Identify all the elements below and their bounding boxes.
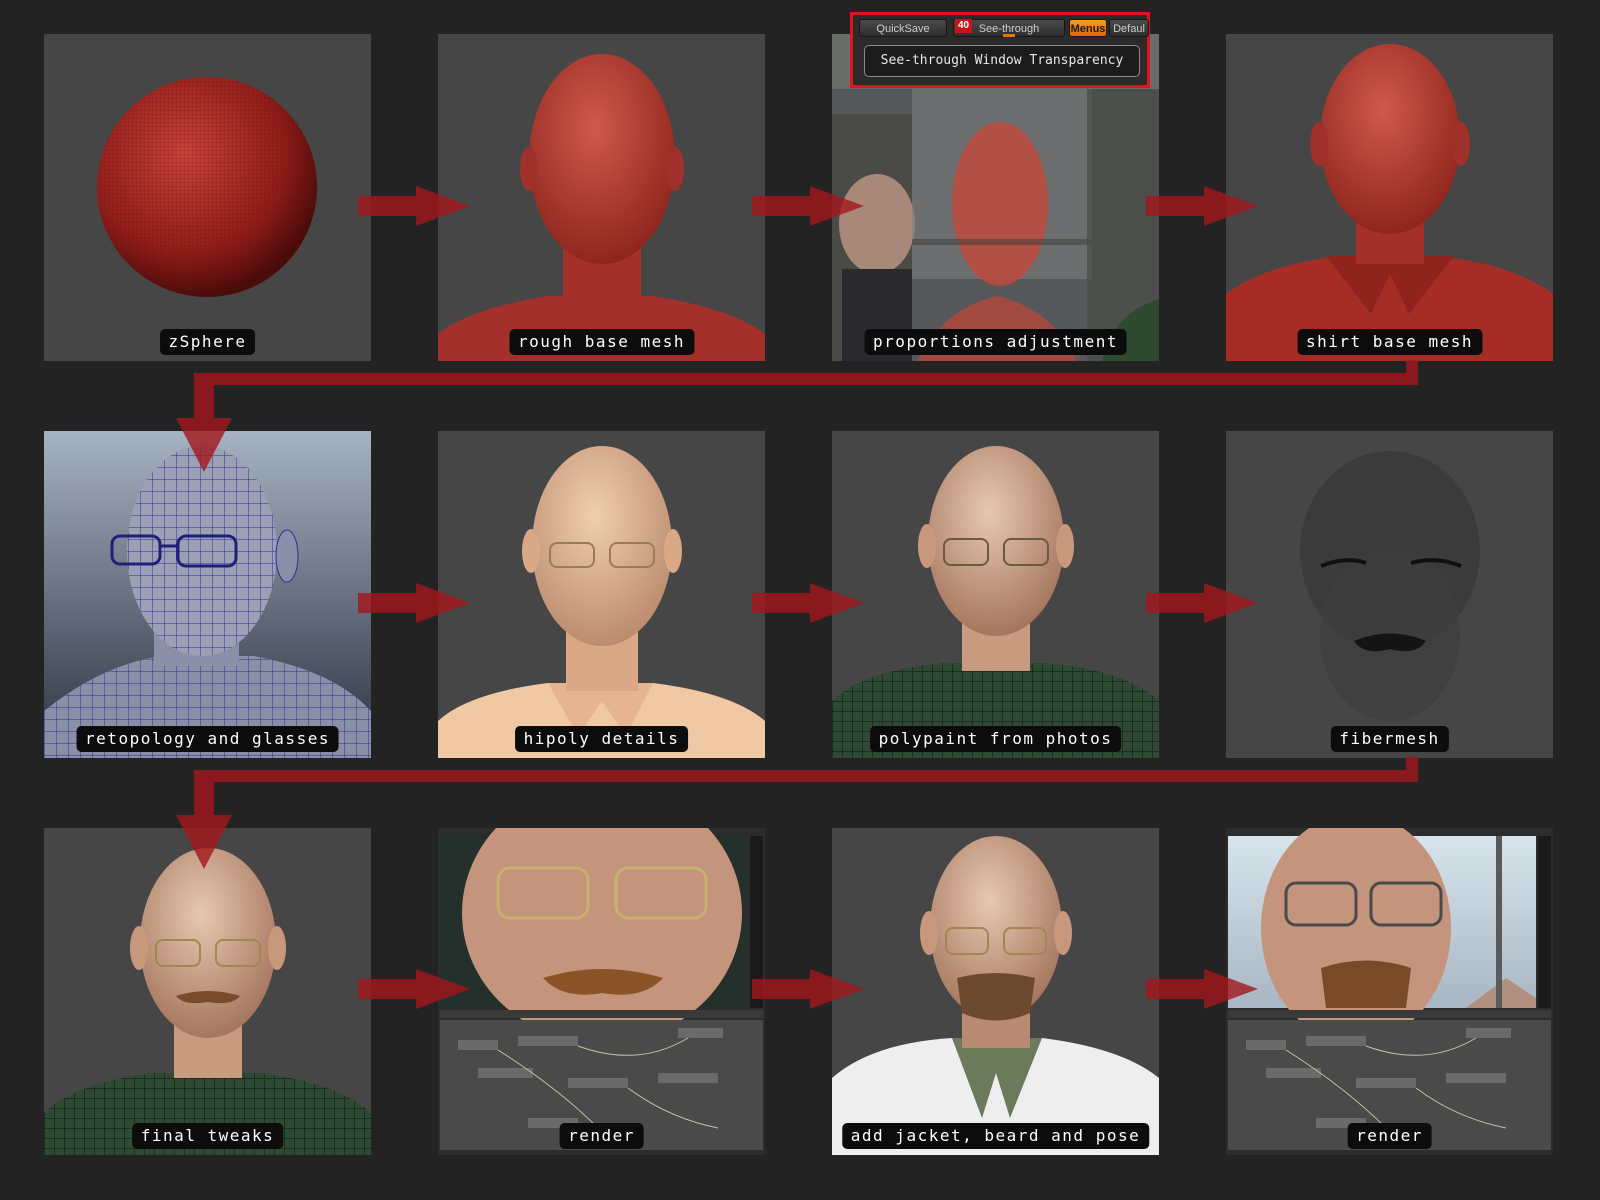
tooltip: See-through Window Transparency	[864, 45, 1140, 77]
step-tile-render-2: render	[1226, 828, 1553, 1155]
zbrush-toolbar: QuickSave 40 See-through Menus Defaul	[857, 19, 1149, 39]
retopology-image	[44, 431, 371, 758]
hipoly-details-image	[438, 446, 765, 758]
step-label: retopology and glasses	[76, 726, 339, 752]
step-label: render	[559, 1123, 644, 1149]
step-label: polypaint from photos	[869, 726, 1122, 752]
shirt-base-mesh-image	[1226, 44, 1553, 361]
final-tweaks-image	[44, 848, 371, 1155]
jacket-beard-pose-image	[832, 836, 1159, 1155]
quicksave-button[interactable]: QuickSave	[859, 19, 947, 37]
final-render-window-image	[1226, 828, 1553, 1155]
step-tile-hipoly-details: hipoly details	[438, 431, 765, 758]
step-label: final tweaks	[131, 1123, 284, 1149]
see-through-value: 40	[955, 19, 973, 33]
step-tile-render-1: render	[438, 828, 765, 1155]
step-label: shirt base mesh	[1297, 329, 1482, 355]
see-through-slider-handle[interactable]	[1003, 34, 1015, 37]
step-label: rough base mesh	[509, 329, 694, 355]
step-label: render	[1347, 1123, 1432, 1149]
step-label: add jacket, beard and pose	[841, 1123, 1150, 1149]
step-tile-final-tweaks: final tweaks	[44, 828, 371, 1155]
fibermesh-image	[1300, 451, 1480, 721]
step-tile-add-jacket-beard-and-pose: add jacket, beard and pose	[832, 828, 1159, 1155]
default-button[interactable]: Defaul	[1109, 19, 1149, 37]
step-label: proportions adjustment	[864, 329, 1127, 355]
step-tile-rough-base-mesh: rough base mesh	[438, 34, 765, 361]
step-tile-fibermesh: fibermesh	[1226, 431, 1553, 758]
step-tile-zsphere: zSphere	[44, 34, 371, 361]
step-tile-polypaint-from-photos: polypaint from photos	[832, 431, 1159, 758]
menus-button[interactable]: Menus	[1069, 19, 1107, 37]
zbrush-ui-callout: QuickSave 40 See-through Menus Defaul Se…	[850, 12, 1150, 88]
polypaint-image	[832, 446, 1159, 758]
step-tile-shirt-base-mesh: shirt base mesh	[1226, 34, 1553, 361]
step-label: fibermesh	[1330, 726, 1449, 752]
zsphere-image	[97, 77, 317, 297]
step-label: zSphere	[159, 329, 256, 355]
step-tile-retopology-and-glasses: retopology and glasses	[44, 431, 371, 758]
step-label: hipoly details	[514, 726, 689, 752]
render-window-image	[438, 828, 765, 1155]
rough-base-mesh-image	[438, 54, 765, 361]
